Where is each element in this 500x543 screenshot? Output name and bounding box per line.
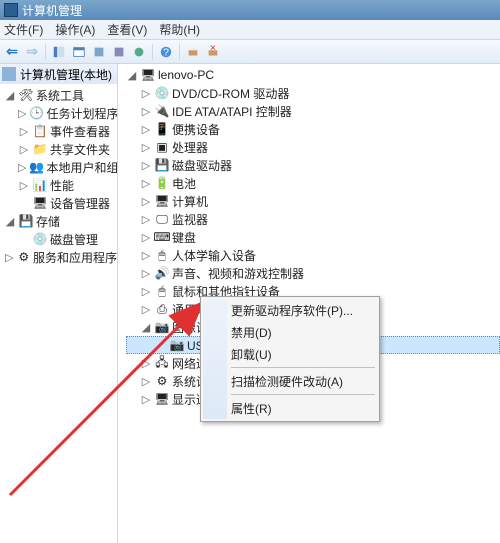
left-pane: 计算机管理(本地) ◢🛠系统工具 ▷🕒任务计划程序 ▷📋事件查看器 ▷📁共享文件… (0, 64, 118, 543)
tool-btn-1[interactable] (90, 43, 108, 61)
menu-file[interactable]: 文件(F) (4, 21, 43, 38)
app-icon (4, 3, 18, 17)
services-icon: ⚙ (18, 250, 30, 264)
ctx-disable[interactable]: 禁用(D) (203, 321, 377, 343)
portable-icon: 📱 (155, 122, 169, 136)
node-disk-mgmt[interactable]: 💿磁盘管理 (4, 230, 117, 248)
users-icon: 👥 (29, 160, 43, 174)
battery-icon: 🔋 (155, 176, 169, 190)
left-header-label: 计算机管理(本地) (20, 66, 112, 83)
node-computer[interactable]: ▷🖥计算机 (126, 192, 500, 210)
toolbar-separator (179, 44, 180, 60)
gpu-icon: 🖥 (155, 392, 169, 406)
left-tree: ◢🛠系统工具 ▷🕒任务计划程序 ▷📋事件查看器 ▷📁共享文件夹 ▷👥本地用户和组… (0, 84, 117, 268)
scan-button[interactable] (184, 43, 202, 61)
webcam-icon: 📷 (170, 338, 184, 352)
properties-button[interactable] (70, 43, 88, 61)
forward-button[interactable]: ⇒ (23, 43, 41, 61)
computer-icon: 🖥 (141, 68, 155, 82)
menu-action[interactable]: 操作(A) (55, 21, 95, 38)
ctx-properties[interactable]: 属性(R) (203, 397, 377, 419)
node-local-users[interactable]: ▷👥本地用户和组 (4, 158, 117, 176)
tool-btn-2[interactable] (110, 43, 128, 61)
node-ide[interactable]: ▷🔌IDE ATA/ATAPI 控制器 (126, 102, 500, 120)
ctx-update-driver[interactable]: 更新驱动程序软件(P)... (203, 299, 377, 321)
menubar: 文件(F) 操作(A) 查看(V) 帮助(H) (0, 20, 500, 40)
node-performance[interactable]: ▷📊性能 (4, 176, 117, 194)
context-menu-separator (231, 367, 375, 368)
cpu-icon: ▣ (155, 140, 169, 154)
node-task-scheduler[interactable]: ▷🕒任务计划程序 (4, 104, 117, 122)
window-titlebar: 计算机管理 (0, 0, 500, 20)
ctx-scan-hardware[interactable]: 扫描检测硬件改动(A) (203, 370, 377, 392)
node-root-pc[interactable]: ◢🖥lenovo-PC (126, 66, 500, 84)
node-device-manager[interactable]: 🖥设备管理器 (4, 194, 117, 212)
context-menu-gutter (203, 299, 227, 419)
system-icon: ⚙ (155, 374, 169, 388)
ctx-uninstall[interactable]: 卸载(U) (203, 343, 377, 365)
keyboard-icon: ⌨ (155, 230, 169, 244)
context-menu-separator (231, 394, 375, 395)
window-title: 计算机管理 (22, 2, 82, 19)
show-tree-button[interactable] (50, 43, 68, 61)
node-dvd[interactable]: ▷💿DVD/CD-ROM 驱动器 (126, 84, 500, 102)
camera-icon: 📷 (155, 320, 169, 334)
toolbar-separator (152, 44, 153, 60)
toolbar-separator (45, 44, 46, 60)
computer-mgmt-icon (2, 67, 16, 81)
usb-icon: ⎙ (155, 302, 169, 316)
perf-icon: 📊 (33, 178, 47, 192)
dvd-icon: 💿 (155, 86, 169, 100)
hdd-icon: 💾 (155, 158, 169, 172)
node-batteries[interactable]: ▷🔋电池 (126, 174, 500, 192)
context-menu: 更新驱动程序软件(P)... 禁用(D) 卸载(U) 扫描检测硬件改动(A) 属… (200, 296, 380, 422)
tool-btn-3[interactable] (130, 43, 148, 61)
hid-icon: 🖱 (155, 248, 169, 262)
node-sound[interactable]: ▷🔊声音、视频和游戏控制器 (126, 264, 500, 282)
menu-help[interactable]: 帮助(H) (159, 21, 200, 38)
node-services-apps[interactable]: ▷⚙服务和应用程序 (4, 248, 117, 266)
ide-icon: 🔌 (155, 104, 169, 118)
sound-icon: 🔊 (155, 266, 169, 280)
device-mgr-icon: 🖥 (33, 196, 47, 210)
storage-icon: 💾 (19, 214, 33, 228)
svg-text:?: ? (163, 46, 169, 58)
back-button[interactable]: ⇐ (3, 43, 21, 61)
node-keyboards[interactable]: ▷⌨键盘 (126, 228, 500, 246)
monitor-icon: 🖵 (155, 212, 169, 226)
pc-icon: 🖥 (155, 194, 169, 208)
node-processors[interactable]: ▷▣处理器 (126, 138, 500, 156)
node-monitors[interactable]: ▷🖵监视器 (126, 210, 500, 228)
node-event-viewer[interactable]: ▷📋事件查看器 (4, 122, 117, 140)
left-pane-header[interactable]: 计算机管理(本地) (0, 64, 117, 84)
help-button[interactable]: ? (157, 43, 175, 61)
toolbar: ⇐ ⇒ ? × (0, 40, 500, 64)
svg-text:×: × (210, 45, 216, 54)
node-shared-folders[interactable]: ▷📁共享文件夹 (4, 140, 117, 158)
network-icon: 🖧 (155, 356, 169, 370)
uninstall-button[interactable]: × (204, 43, 222, 61)
mouse-icon: 🖱 (155, 284, 169, 298)
menu-view[interactable]: 查看(V) (107, 21, 147, 38)
node-portable[interactable]: ▷📱便携设备 (126, 120, 500, 138)
wrench-icon: 🛠 (19, 88, 33, 102)
disk-icon: 💿 (33, 232, 47, 246)
clock-icon: 🕒 (29, 106, 43, 120)
node-storage[interactable]: ◢💾存储 (4, 212, 117, 230)
node-disk-drives[interactable]: ▷💾磁盘驱动器 (126, 156, 500, 174)
node-hid[interactable]: ▷🖱人体学输入设备 (126, 246, 500, 264)
event-icon: 📋 (33, 124, 47, 138)
folder-icon: 📁 (33, 142, 47, 156)
node-system-tools[interactable]: ◢🛠系统工具 (4, 86, 117, 104)
